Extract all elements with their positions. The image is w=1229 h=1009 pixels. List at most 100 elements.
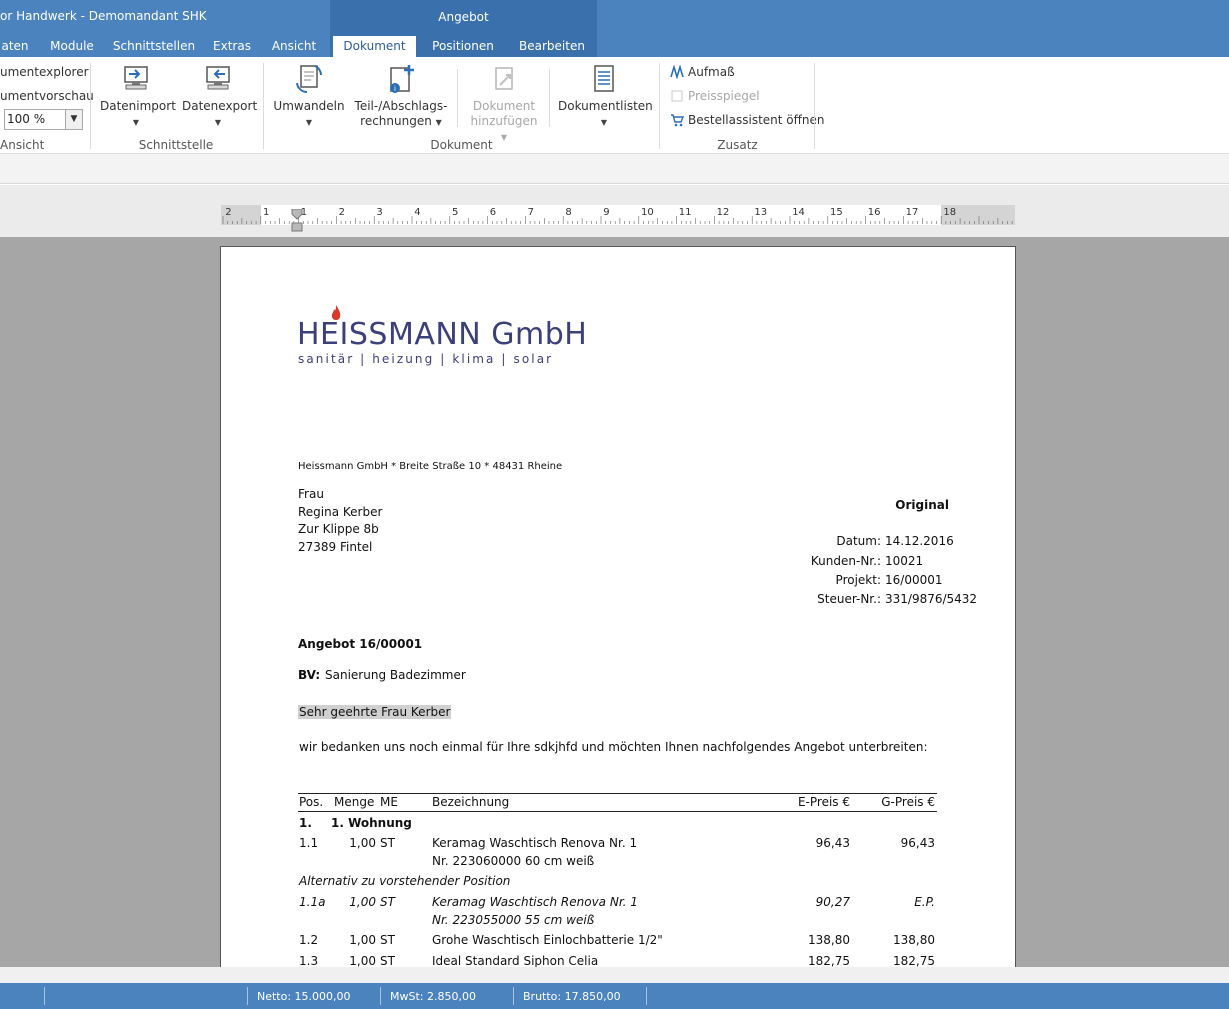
tab-dokument[interactable]: Dokument xyxy=(333,36,416,57)
tab-module[interactable]: Module xyxy=(40,36,104,57)
row-me: ST xyxy=(380,954,395,967)
ruler-number: 12 xyxy=(717,207,730,218)
dokumentlisten-label: Dokumentlisten xyxy=(558,99,653,113)
meta-value: 14.12.2016 xyxy=(885,534,954,548)
horizontal-scroll-area[interactable] xyxy=(0,967,1229,983)
bestellassistent-button[interactable]: Bestellassistent öffnen xyxy=(670,113,824,127)
row-description: Grohe Waschtisch Einlochbatterie 1/2" xyxy=(432,933,663,947)
group-divider xyxy=(814,63,815,149)
umwandeln-button[interactable]: Umwandeln ▼ xyxy=(273,63,345,131)
row-description: Keramag Waschtisch Renova Nr. 1 xyxy=(432,836,638,850)
datenexport-label: Datenexport xyxy=(182,99,258,113)
row-epreis: 96,43 xyxy=(815,836,850,850)
ruler-number: 4 xyxy=(414,207,420,218)
dokumentlisten-button[interactable]: Dokumentlisten ▼ xyxy=(558,63,653,131)
row-gpreis: 182,75 xyxy=(893,954,935,967)
row-pos: 1.1 xyxy=(299,836,319,850)
tab-extras[interactable]: Extras xyxy=(205,36,259,57)
group-label-ansicht: Ansicht xyxy=(0,138,45,152)
ribbon: umentexplorer umentvorschau 100 % ▼ Ansi… xyxy=(0,57,1229,154)
row-gpreis: 96,43 xyxy=(900,836,935,850)
row-me: ST xyxy=(380,933,395,947)
group-label-schnittstelle: Schnittstelle xyxy=(138,138,214,152)
datenimport-button[interactable]: Datenimport ▼ xyxy=(100,63,176,131)
add-document-icon xyxy=(495,67,513,90)
group-label-dokument: Dokument xyxy=(430,138,493,152)
row-menge: 1,00 xyxy=(349,836,376,850)
teilrechnungen-label-1: Teil-/Abschlags- xyxy=(354,99,448,113)
document-preview-toggle[interactable]: umentvorschau xyxy=(0,89,94,103)
intro-text: wir bedanken uns noch einmal für Ihre sd… xyxy=(299,740,928,754)
row-description: Ideal Standard Siphon Celia xyxy=(432,954,599,967)
aufmass-label: Aufmaß xyxy=(688,65,735,79)
document-page[interactable]: HEISSMANN GmbH sanitär | heizung | klima… xyxy=(220,246,1016,967)
zoom-select[interactable]: 100 % ▼ xyxy=(4,109,83,130)
umwandeln-label: Umwandeln xyxy=(273,99,345,113)
document-area[interactable]: HEISSMANN GmbH sanitär | heizung | klima… xyxy=(0,237,1229,967)
price-mirror-icon xyxy=(671,90,683,102)
chevron-down-icon: ▼ xyxy=(214,118,222,127)
partial-invoice-icon: i xyxy=(390,65,414,93)
group-label-zusatz: Zusatz xyxy=(717,138,758,152)
row-me: ST xyxy=(380,836,395,850)
tab-ansicht[interactable]: Ansicht xyxy=(264,36,324,57)
dokument-hinzufuegen-label-2: hinzufügen xyxy=(470,114,538,128)
row-menge: 1,00 xyxy=(349,895,376,909)
tab-positionen[interactable]: Positionen xyxy=(425,36,501,57)
meta-label: Datum: xyxy=(836,534,881,548)
document-subject: Angebot 16/00001 xyxy=(298,637,423,651)
row-gpreis: E.P. xyxy=(914,895,935,909)
recipient-salutation: Frau xyxy=(298,487,324,501)
meta-value: 16/00001 xyxy=(885,573,943,587)
bestellassistent-label: Bestellassistent öffnen xyxy=(688,113,825,127)
datenexport-button[interactable]: Datenexport ▼ xyxy=(182,63,258,131)
salutation-selected-text[interactable]: Sehr geehrte Frau Kerber xyxy=(298,705,452,719)
chevron-down-icon: ▼ xyxy=(305,118,313,127)
ruler-number: 14 xyxy=(792,207,805,218)
row-menge: 1,00 xyxy=(349,933,376,947)
tab-bearbeiten[interactable]: Bearbeiten xyxy=(512,36,592,57)
horizontal-ruler[interactable]: 2 1 1 2 3 4 5 6 7 8 9 10 11 12 13 14 15 16 17 18 xyxy=(221,205,1015,225)
ruler-number: 11 xyxy=(679,207,692,218)
ruler-number: 17 xyxy=(906,207,919,218)
row-me: ST xyxy=(380,895,395,909)
status-netto: Netto: 15.000,00 xyxy=(257,990,351,1003)
ruler-number: 3 xyxy=(376,207,382,218)
row-description-detail: Nr. 223055000 55 cm weiß xyxy=(432,913,595,927)
row-menge: 1,00 xyxy=(349,954,376,967)
app-window: or Handwerk - Demomandant SHK Angebot at… xyxy=(0,0,1229,1009)
indent-marker[interactable] xyxy=(291,209,303,235)
chevron-down-icon[interactable]: ▼ xyxy=(65,110,82,129)
preisspiegel-button[interactable]: Preisspiegel xyxy=(670,89,760,103)
ruler-number: 10 xyxy=(641,207,654,218)
svg-text:i: i xyxy=(394,85,396,93)
import-icon xyxy=(124,66,148,90)
col-header-pos: Pos. xyxy=(299,795,324,809)
company-logo-name: HEISSMANN GmbH xyxy=(297,317,588,352)
context-tab-group-label: Angebot xyxy=(438,10,489,24)
tab-schnittstellen[interactable]: Schnittstellen xyxy=(110,36,198,57)
col-header-menge: Menge xyxy=(334,795,375,809)
preisspiegel-label: Preisspiegel xyxy=(688,89,760,103)
tab-daten[interactable]: aten xyxy=(0,36,30,57)
teilrechnungen-label-2: rechnungen xyxy=(360,114,432,128)
alternative-note: Alternativ zu vorstehender Position xyxy=(299,874,511,888)
dokument-hinzufuegen-button[interactable]: Dokument hinzufügen ▼ xyxy=(466,63,542,142)
status-divider xyxy=(513,987,514,1005)
meta-label: Kunden-Nr.: xyxy=(810,554,881,568)
meta-value: 10021 xyxy=(885,554,924,568)
status-divider xyxy=(380,987,381,1005)
document-explorer-toggle[interactable]: umentexplorer xyxy=(0,65,89,79)
sender-line: Heissmann GmbH * Breite Straße 10 * 4843… xyxy=(298,461,563,472)
ruler-number: 18 xyxy=(943,207,956,218)
aufmass-button[interactable]: Aufmaß xyxy=(670,65,735,79)
zoom-value: 100 % xyxy=(7,112,46,126)
teilrechnungen-button[interactable]: i Teil-/Abschlags- rechnungen ▼ xyxy=(353,63,449,131)
ruler-number: 15 xyxy=(830,207,843,218)
ruler-number: 16 xyxy=(868,207,881,218)
section-pos: 1. xyxy=(299,816,312,830)
table-header-rule xyxy=(298,811,937,812)
status-bar: Netto: 15.000,00 MwSt: 2.850,00 Brutto: … xyxy=(0,983,1229,1009)
status-divider xyxy=(646,987,647,1005)
row-pos: 1.3 xyxy=(299,954,319,967)
